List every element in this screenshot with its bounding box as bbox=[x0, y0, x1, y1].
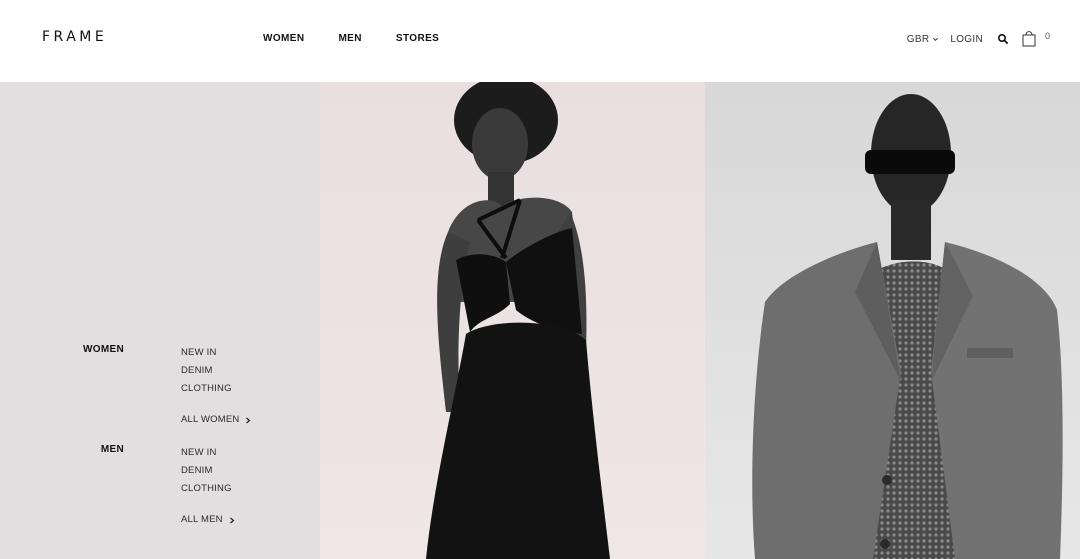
menu-links-men: NEW IN DENIM CLOTHING ALL MEN bbox=[181, 447, 235, 529]
men-model-illustration bbox=[752, 94, 1063, 559]
mega-menu-panel: WOMEN NEW IN DENIM CLOTHING ALL WOMEN ME… bbox=[0, 82, 320, 559]
menu-link-women-clothing[interactable]: CLOTHING bbox=[181, 383, 251, 401]
menu-link-all-women[interactable]: ALL WOMEN bbox=[181, 411, 251, 429]
chevron-right-icon bbox=[246, 417, 251, 423]
menu-link-women-denim[interactable]: DENIM bbox=[181, 365, 251, 383]
chevron-right-icon bbox=[229, 517, 235, 523]
menu-link-men-new-in[interactable]: NEW IN bbox=[181, 447, 235, 465]
menu-link-all-women-label: ALL WOMEN bbox=[181, 414, 240, 425]
shopping-bag-icon[interactable] bbox=[1021, 29, 1037, 47]
site-header: FRAME WOMEN MEN STORES GBR LOGIN 0 bbox=[0, 0, 1080, 82]
menu-links-women: NEW IN DENIM CLOTHING ALL WOMEN bbox=[181, 347, 251, 429]
women-model-illustration bbox=[426, 82, 610, 559]
menu-link-all-men[interactable]: ALL MEN bbox=[181, 511, 235, 529]
menu-link-women-new-in[interactable]: NEW IN bbox=[181, 347, 251, 365]
search-icon[interactable] bbox=[997, 33, 1009, 45]
logo[interactable]: FRAME bbox=[42, 29, 107, 45]
chevron-down-icon bbox=[933, 37, 939, 41]
nav-women[interactable]: WOMEN bbox=[263, 33, 304, 44]
cart-count: 0 bbox=[1044, 31, 1050, 41]
main-nav: WOMEN MEN STORES bbox=[263, 33, 473, 44]
menu-category-men[interactable]: MEN bbox=[24, 444, 124, 455]
nav-stores[interactable]: STORES bbox=[396, 33, 439, 44]
women-campaign-image[interactable] bbox=[320, 82, 705, 559]
menu-link-men-denim[interactable]: DENIM bbox=[181, 465, 235, 483]
menu-category-women[interactable]: WOMEN bbox=[24, 344, 124, 355]
header-utilities: GBR LOGIN 0 bbox=[907, 31, 1050, 47]
nav-men[interactable]: MEN bbox=[338, 33, 361, 44]
currency-label: GBR bbox=[906, 33, 930, 45]
login-link[interactable]: LOGIN bbox=[950, 34, 983, 45]
currency-selector[interactable]: GBR bbox=[907, 34, 940, 45]
menu-link-men-clothing[interactable]: CLOTHING bbox=[181, 483, 235, 501]
men-campaign-image[interactable] bbox=[705, 82, 1080, 559]
menu-link-all-men-label: ALL MEN bbox=[181, 514, 223, 525]
